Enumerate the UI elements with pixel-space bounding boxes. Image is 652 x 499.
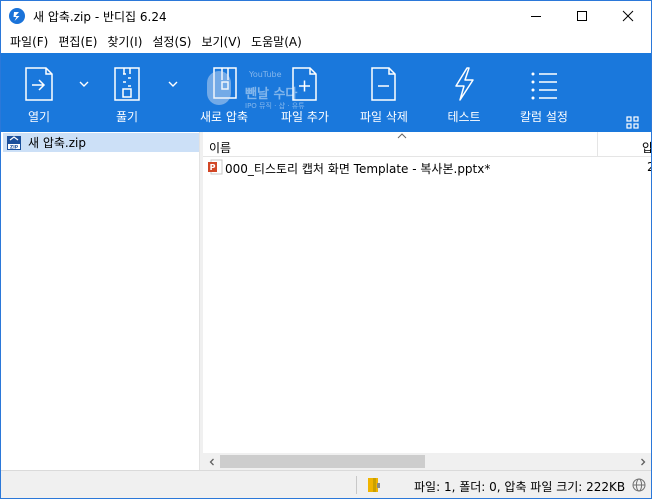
extract-icon [107,65,147,103]
chevron-left-icon [209,458,214,465]
menu-view[interactable]: 보기(V) [196,31,246,53]
column-settings-icon [524,65,564,103]
test-button[interactable]: 테스트 [444,53,484,132]
file-row[interactable]: P 000_티스토리 캡처 화면 Template - 복사본.pptx* 2 [203,158,651,176]
delete-file-button[interactable]: 파일 삭제 [358,53,410,132]
watermark-badge-icon [207,71,231,105]
column-name-label: 이름 [209,141,232,155]
watermark-youtube-text: YouTube [249,70,282,79]
menu-settings[interactable]: 설정(S) [147,31,196,53]
watermark-overlay: YouTube 뺀날 수다 IPO 뮤직 · 샵 · 유튜 [201,67,321,117]
status-text: 파일: 1, 폴더: 0, 압축 파일 크기: 222KB [414,480,626,494]
toolbar: 열기 풀기 새로 압축 파일 추가 파일 삭제 테스트 칼럼 설정 [1,53,651,132]
horizontal-scrollbar[interactable] [203,453,651,470]
scroll-left-button[interactable] [203,453,220,470]
maximize-icon [577,11,587,21]
column-settings-button[interactable]: 칼럼 설정 [517,53,571,132]
close-icon [622,10,634,22]
test-lightning-icon [444,65,484,103]
archive-lock-icon[interactable] [366,477,382,493]
column-second-label[interactable]: 압 [642,139,651,156]
zip-archive-icon: ZIP [6,135,22,151]
column-header: 이름 압 [203,132,651,157]
window-title: 새 압축.zip - 반디집 6.24 [33,10,167,24]
open-button[interactable]: 열기 [19,53,59,132]
status-bar: 파일: 1, 폴더: 0, 압축 파일 크기: 222KB [1,470,651,498]
open-label: 열기 [27,110,51,124]
scroll-thumb[interactable] [220,455,425,468]
file-list-panel: 이름 압 P 000_티스토리 캡처 화면 Template - 복사본.ppt… [203,132,651,470]
menu-find[interactable]: 찾기(I) [102,31,147,53]
open-dropdown-arrow-icon[interactable] [78,79,90,89]
menu-file[interactable]: 파일(F) [5,31,53,53]
app-window: 새 압축.zip - 반디집 6.24 파일(F) 편집(E) 찾기(I) 설정… [0,0,652,499]
sort-ascending-icon [397,133,407,139]
menu-edit[interactable]: 편집(E) [53,31,102,53]
extract-dropdown-arrow-icon[interactable] [167,79,179,89]
svg-text:ZIP: ZIP [10,144,19,150]
bandizip-app-icon [9,8,25,24]
file-second-col: 2 [647,160,651,174]
layout-grid-icon[interactable] [625,115,641,131]
minimize-icon [531,16,541,17]
pptx-file-icon: P [208,159,223,175]
watermark-subtext: IPO 뮤직 · 샵 · 유튜 [245,102,305,110]
maximize-button[interactable] [559,1,605,31]
globe-icon[interactable] [632,478,646,492]
tree-item-label: 새 압축.zip [28,136,86,150]
status-separator [356,476,357,494]
title-bar[interactable]: 새 압축.zip - 반디집 6.24 [1,1,651,31]
chevron-right-icon [640,458,645,465]
menu-bar: 파일(F) 편집(E) 찾기(I) 설정(S) 보기(V) 도움말(A) [1,31,651,53]
tree-item-root[interactable]: ZIP 새 압축.zip [3,133,199,152]
watermark-name: 뺀날 수다 [245,87,298,102]
scroll-right-button[interactable] [634,453,651,470]
extract-label: 풀기 [115,110,139,124]
delete-file-label: 파일 삭제 [360,110,408,124]
close-button[interactable] [605,1,651,31]
column-header-name[interactable]: 이름 [203,132,598,157]
extract-button[interactable]: 풀기 [107,53,147,132]
minimize-button[interactable] [513,1,559,31]
delete-file-icon [364,65,404,103]
folder-tree-panel: ZIP 새 압축.zip [1,132,199,470]
column-settings-label: 칼럼 설정 [520,110,568,124]
file-name: 000_티스토리 캡처 화면 Template - 복사본.pptx* [225,162,491,176]
menu-help[interactable]: 도움말(A) [246,31,307,53]
svg-text:P: P [210,163,216,172]
open-archive-icon [19,65,59,103]
test-label: 테스트 [447,110,481,124]
